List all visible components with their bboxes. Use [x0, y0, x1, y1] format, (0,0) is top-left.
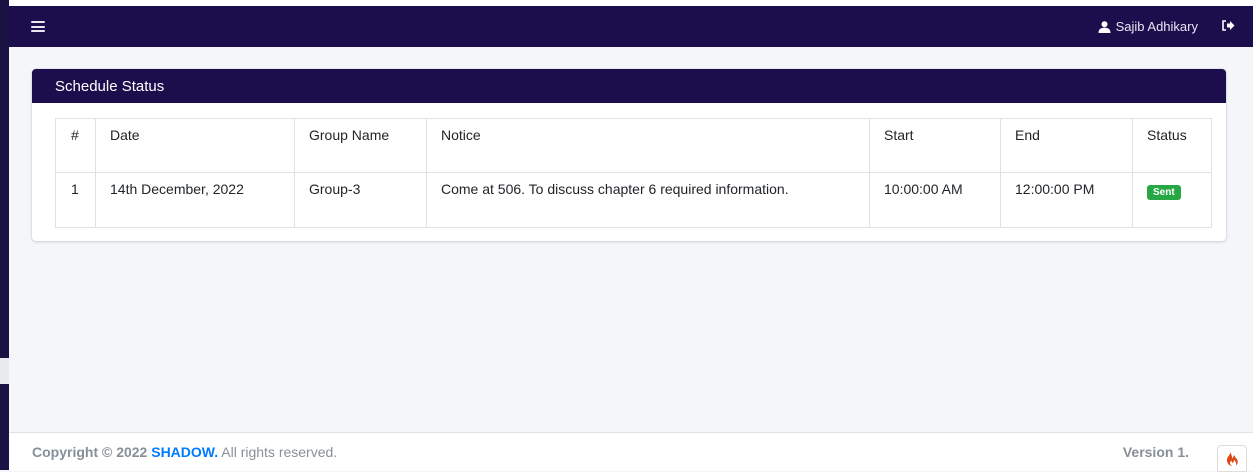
cell-end: 12:00:00 PM	[1000, 172, 1133, 228]
cell-start: 10:00:00 AM	[869, 172, 1001, 228]
hamburger-icon[interactable]	[31, 21, 45, 32]
codeigniter-flame-icon[interactable]	[1217, 445, 1247, 472]
cell-notice: Come at 506. To discuss chapter 6 requir…	[426, 172, 870, 228]
footer: Copyright © 2022 SHADOW. All rights rese…	[9, 432, 1253, 471]
col-header-end: End	[1000, 118, 1133, 173]
footer-copyright: Copyright © 2022 SHADOW. All rights rese…	[9, 444, 337, 460]
col-header-start: Start	[869, 118, 1001, 173]
user-menu[interactable]: Sajib Adhikary	[1098, 19, 1198, 34]
col-header-number: #	[55, 118, 96, 173]
schedule-table: # Date Group Name Notice Start End Statu…	[55, 118, 1212, 228]
table-header-row: # Date Group Name Notice Start End Statu…	[55, 118, 1212, 173]
status-badge: Sent	[1147, 185, 1181, 200]
cell-group: Group-3	[294, 172, 427, 228]
table-row: 1 14th December, 2022 Group-3 Come at 50…	[55, 172, 1212, 228]
col-header-date: Date	[95, 118, 295, 173]
col-header-status: Status	[1132, 118, 1212, 173]
card-title: Schedule Status	[32, 69, 1226, 103]
copyright-text: Copyright © 2022	[32, 444, 152, 460]
brand-link[interactable]: SHADOW.	[151, 444, 218, 460]
sidebar-edge	[0, 0, 9, 470]
top-navbar: Sajib Adhikary	[9, 6, 1253, 47]
sidebar-gap	[0, 358, 9, 384]
sign-out-icon[interactable]	[1222, 19, 1235, 34]
rights-text: All rights reserved.	[218, 444, 338, 460]
cell-date: 14th December, 2022	[95, 172, 295, 228]
cell-status: Sent	[1132, 172, 1212, 228]
user-icon	[1098, 20, 1111, 33]
main-content: Schedule Status # Date Group Name Notice…	[9, 47, 1253, 432]
col-header-group-name: Group Name	[294, 118, 427, 173]
user-name: Sajib Adhikary	[1115, 19, 1198, 34]
col-header-notice: Notice	[426, 118, 870, 173]
cell-number: 1	[55, 172, 96, 228]
schedule-status-card: Schedule Status # Date Group Name Notice…	[32, 69, 1226, 241]
